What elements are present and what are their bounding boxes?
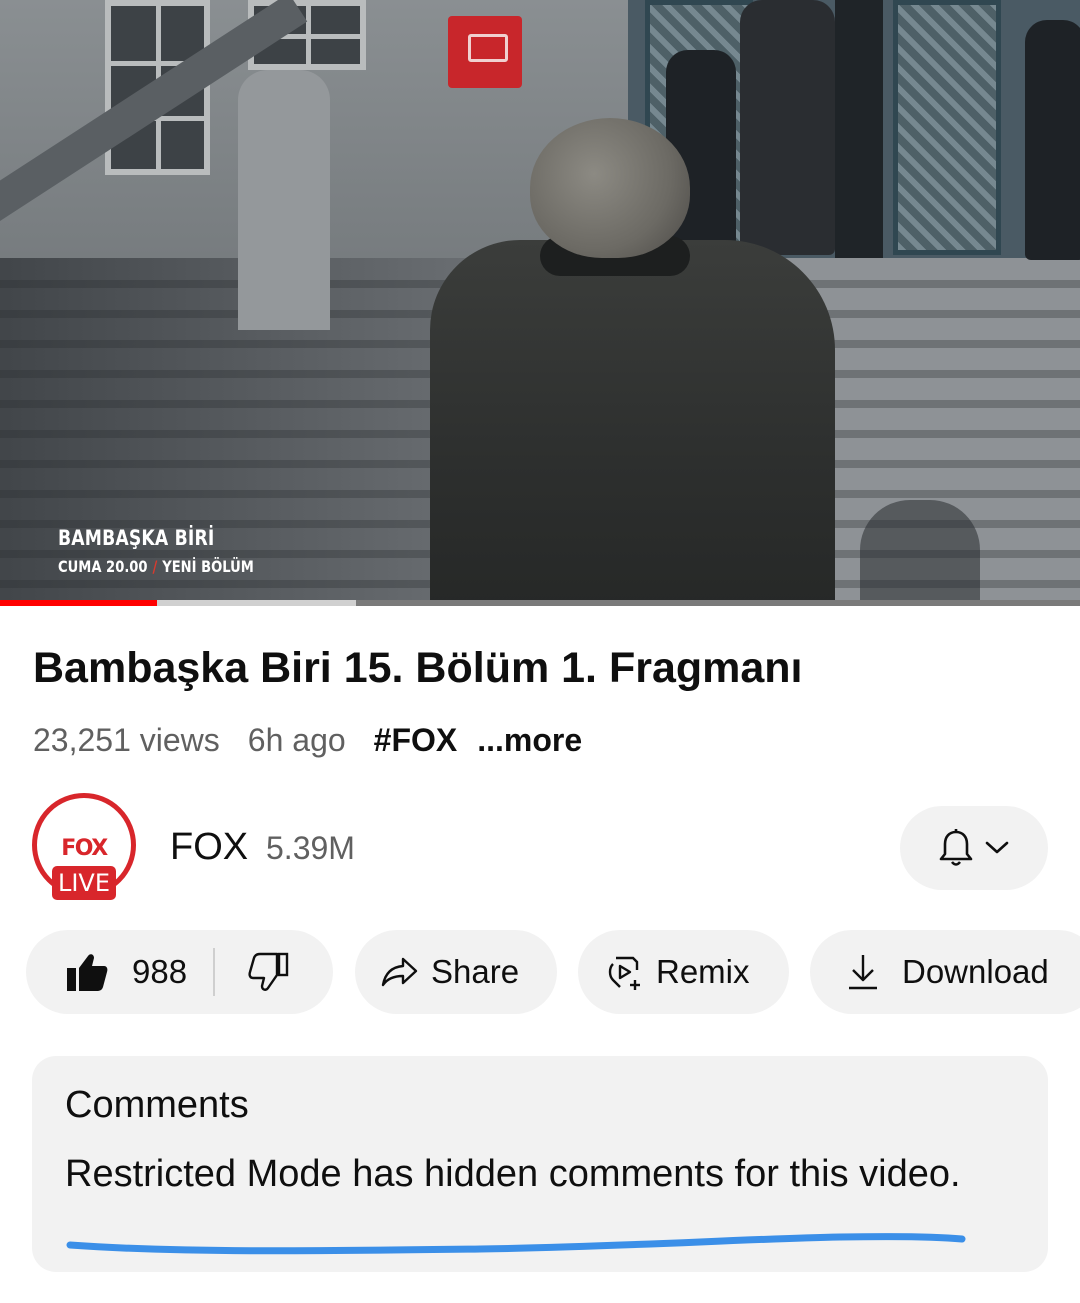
download-button[interactable]: Download [810,930,1080,1014]
upload-age: 6h ago [247,722,346,758]
remix-icon [606,952,646,992]
view-count: 23,251 views [33,722,220,758]
overlay-day-time: CUMA 20.00 [58,557,148,576]
underline-annotation [66,1233,966,1255]
avatar-logo-text: FOX [61,836,108,861]
video-overlay-title: BAMBAŞKA BİRİ [58,526,215,550]
bell-icon [938,828,974,868]
video-title[interactable]: Bambaşka Biri 15. Bölüm 1. Fragmanı [33,644,803,693]
comments-heading: Comments [65,1084,249,1126]
download-label: Download [902,953,1049,990]
video-frame [0,0,1080,606]
share-button[interactable]: Share [355,930,557,1014]
video-player[interactable]: BAMBAŞKA BİRİ CUMA 20.00/YENİ BÖLÜM [0,0,1080,606]
remix-label: Remix [656,953,750,990]
avatar-live-badge: LIVE [52,866,116,900]
subscriber-count: 5.39M [266,830,355,866]
download-icon [846,953,880,991]
overlay-separator: / [152,557,158,576]
hashtag-link[interactable]: #FOX [374,722,458,759]
thumbs-up-filled-icon[interactable] [66,952,108,992]
comments-restricted-message: Restricted Mode has hidden comments for … [65,1153,961,1195]
like-count[interactable]: 988 [132,953,187,991]
share-label: Share [431,953,520,990]
video-metadata[interactable]: 23,251 views 6h ago #FOX ...more [33,722,582,759]
notification-bell-button[interactable] [900,806,1048,890]
like-divider [213,948,216,996]
more-button[interactable]: ...more [477,722,582,759]
thumbs-down-icon[interactable] [247,952,289,992]
channel-name[interactable]: FOX [170,826,248,869]
chevron-down-icon [984,840,1010,856]
video-overlay-schedule: CUMA 20.00/YENİ BÖLÜM [58,557,254,576]
like-dislike-group: 988 [26,930,333,1014]
remix-button[interactable]: Remix [578,930,789,1014]
overlay-episode: YENİ BÖLÜM [162,557,254,576]
share-arrow-icon [381,956,419,988]
